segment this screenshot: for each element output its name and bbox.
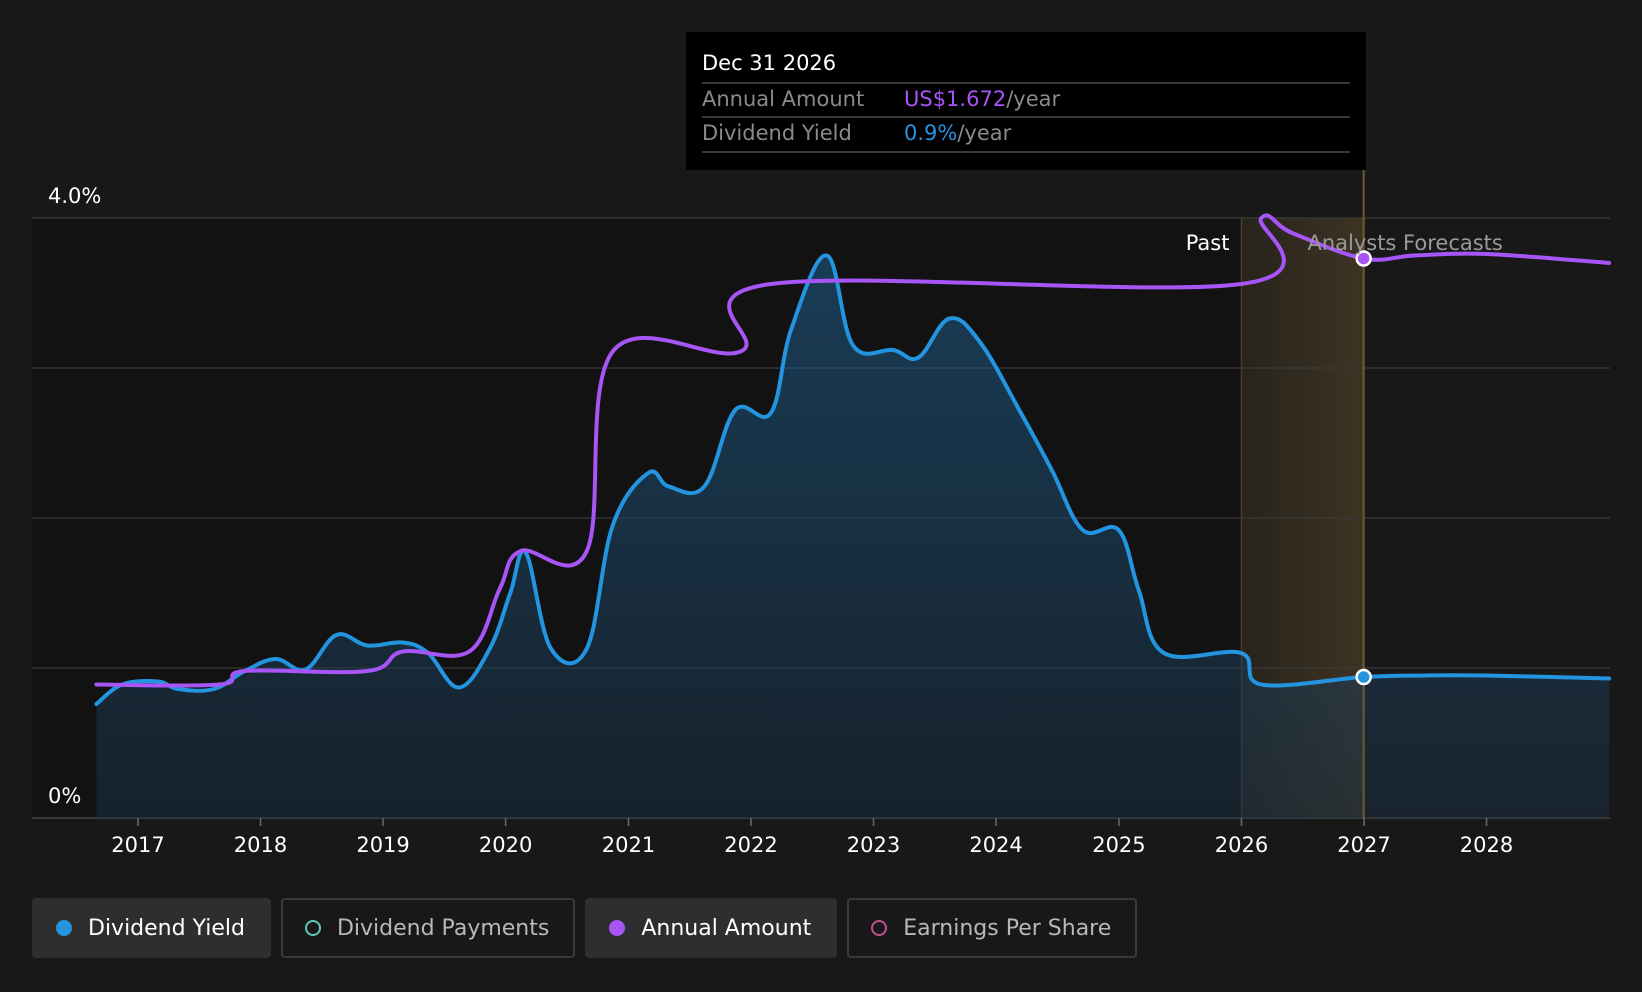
past-label: Past [1186, 231, 1230, 255]
x-tick-label: 2020 [479, 833, 532, 857]
x-tick-label: 2025 [1092, 833, 1145, 857]
tooltip-row-label: Annual Amount [702, 87, 864, 111]
chart-legend: Dividend Yield Dividend Payments Annual … [32, 898, 1138, 958]
legend-label: Earnings Per Share [903, 915, 1112, 941]
x-tick-label: 2026 [1215, 833, 1268, 857]
chart-canvas: 0% 4.0% 2017 2018 2019 2020 2021 2022 2023 2024 20… [32, 32, 1612, 857]
dividend-chart: 0% 4.0% 2017 2018 2019 2020 2021 2022 2023 2024 20… [0, 0, 1642, 988]
y-tick-label: 0% [48, 784, 81, 808]
forecast-label: Analysts Forecasts [1307, 231, 1502, 255]
x-tick-label: 2018 [234, 833, 287, 857]
legend-ring-icon [304, 920, 321, 936]
dividend-yield-marker[interactable] [1355, 668, 1372, 686]
tooltip-unit: /year [1006, 87, 1060, 111]
x-tick-label: 2023 [847, 833, 900, 857]
legend-dot-icon [609, 920, 626, 936]
tooltip-unit: /year [957, 121, 1011, 145]
x-tick-label: 2027 [1337, 833, 1390, 857]
tooltip-value: US$1.672 [904, 87, 1006, 111]
legend-ring-icon [871, 920, 888, 936]
legend-label: Dividend Payments [336, 915, 550, 941]
legend-label: Annual Amount [641, 915, 812, 941]
tooltip-value: 0.9% [904, 121, 957, 145]
legend-dot-icon [56, 920, 72, 936]
x-tick-label: 2019 [356, 833, 409, 857]
legend-dividend-payments[interactable]: Dividend Payments [280, 898, 576, 958]
tooltip-row-label: Dividend Yield [702, 121, 852, 145]
legend-earnings-per-share[interactable]: Earnings Per Share [847, 898, 1138, 958]
y-tick-label: 4.0% [48, 184, 101, 208]
legend-label: Dividend Yield [88, 915, 245, 941]
x-tick-label: 2024 [969, 833, 1022, 857]
x-tick-label: 2022 [724, 833, 777, 857]
tooltip-row-value: US$1.672/year [904, 87, 1060, 111]
legend-annual-amount[interactable]: Annual Amount [585, 898, 838, 958]
legend-dividend-yield[interactable]: Dividend Yield [32, 898, 271, 958]
tooltip-date: Dec 31 2026 [702, 51, 836, 75]
tooltip-row-value: 0.9%/year [904, 121, 1012, 145]
x-tick-label: 2017 [111, 833, 164, 857]
x-tick-label: 2021 [602, 833, 655, 857]
x-tick-label: 2028 [1460, 833, 1513, 857]
